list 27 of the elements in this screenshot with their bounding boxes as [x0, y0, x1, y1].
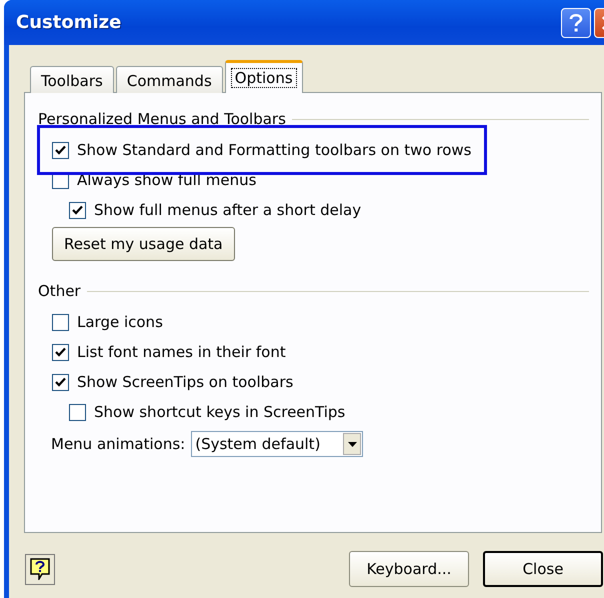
dropdown-label: Menu animations: [51, 435, 186, 453]
checkbox[interactable] [52, 314, 69, 330]
checkbox-label: Show full menus after a short delay [94, 201, 362, 219]
dropdown-arrow-icon[interactable] [348, 442, 357, 446]
checkbox-label: Large icons [77, 313, 163, 331]
question-mark-icon [568, 12, 584, 32]
dialog-button[interactable]: Keyboard... [349, 551, 469, 587]
help-button[interactable] [561, 8, 591, 38]
window-title: Customize [16, 12, 122, 33]
checkbox[interactable] [69, 202, 86, 218]
checkbox[interactable] [52, 344, 69, 360]
tab[interactable]: Options [224, 60, 303, 93]
tab[interactable]: Commands [116, 66, 223, 93]
animation-dropdown[interactable]: (System default) [191, 431, 364, 457]
group-title: Other [38, 282, 81, 300]
checkbox-label: List font names in their font [77, 343, 286, 361]
tab[interactable]: Toolbars [30, 66, 114, 93]
checkbox-label: Show ScreenTips on toolbars [77, 373, 294, 391]
group-title: Personalized Menus and Toolbars [38, 110, 286, 128]
checkbox[interactable] [52, 374, 69, 390]
reset-button[interactable]: Reset my usage data [52, 227, 235, 261]
checkbox[interactable] [69, 404, 86, 420]
help-icon-button[interactable] [25, 554, 55, 584]
checkbox-label: Show Standard and Formatting toolbars on two rows [77, 141, 472, 159]
checkbox[interactable] [52, 142, 69, 158]
checkbox-label: Show shortcut keys in ScreenTips [94, 403, 346, 421]
dialog-button[interactable]: Close [483, 551, 603, 587]
